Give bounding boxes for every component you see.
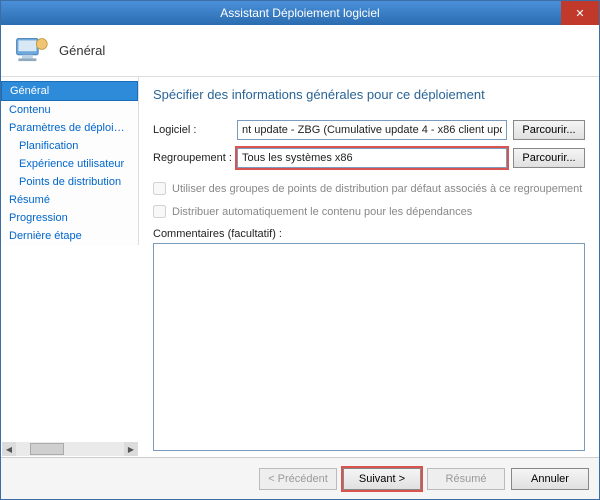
- sidebar-item-content[interactable]: Contenu: [1, 101, 138, 119]
- titlebar: Assistant Déploiement logiciel ✕: [1, 1, 599, 25]
- computer-icon: [13, 35, 49, 67]
- scroll-right-icon[interactable]: ▶: [124, 442, 138, 456]
- collection-browse-button[interactable]: Parcourir...: [513, 148, 585, 168]
- comments-label: Commentaires (facultatif) :: [153, 228, 585, 240]
- scroll-left-icon[interactable]: ◀: [2, 442, 16, 456]
- sidebar: Général Contenu Paramètres de déploiemen…: [1, 77, 139, 457]
- sidebar-item-summary[interactable]: Résumé: [1, 191, 138, 209]
- previous-button: < Précédent: [259, 468, 337, 490]
- sidebar-item-distribution-points[interactable]: Points de distribution: [1, 173, 138, 191]
- checkbox-default-groups: [153, 182, 166, 195]
- close-button[interactable]: ✕: [561, 1, 599, 25]
- scroll-track[interactable]: [16, 442, 124, 456]
- checkbox-auto-distribute-label: Distribuer automatiquement le contenu po…: [172, 206, 472, 218]
- window-title: Assistant Déploiement logiciel: [220, 6, 379, 20]
- body: Général Contenu Paramètres de déploiemen…: [1, 77, 599, 457]
- checkbox-default-groups-label: Utiliser des groupes de points de distri…: [172, 183, 582, 195]
- sidebar-item-progress[interactable]: Progression: [1, 209, 138, 227]
- sidebar-item-general[interactable]: Général: [1, 81, 138, 101]
- checkbox-default-groups-row: Utiliser des groupes de points de distri…: [153, 182, 585, 195]
- summary-button: Résumé: [427, 468, 505, 490]
- software-browse-button[interactable]: Parcourir...: [513, 120, 585, 140]
- collection-label: Regroupement :: [153, 152, 237, 164]
- footer: < Précédent Suivant > Résumé Annuler: [1, 457, 599, 499]
- close-icon: ✕: [575, 7, 584, 20]
- sidebar-item-deployment-params[interactable]: Paramètres de déploiement: [1, 119, 138, 137]
- collection-row: Regroupement : Parcourir...: [153, 148, 585, 168]
- collection-input[interactable]: [237, 148, 507, 168]
- page-heading: Spécifier des informations générales pou…: [153, 87, 585, 102]
- main-panel: Spécifier des informations générales pou…: [139, 77, 599, 457]
- sidebar-item-user-experience[interactable]: Expérience utilisateur: [1, 155, 138, 173]
- sidebar-item-last-step[interactable]: Dernière étape: [1, 227, 138, 245]
- header-title: Général: [59, 43, 105, 58]
- scroll-thumb[interactable]: [30, 443, 64, 455]
- next-button[interactable]: Suivant >: [343, 468, 421, 490]
- wizard-window: Assistant Déploiement logiciel ✕ Général…: [0, 0, 600, 500]
- sidebar-item-planning[interactable]: Planification: [1, 137, 138, 155]
- sidebar-scrollbar[interactable]: ◀ ▶: [2, 442, 138, 456]
- checkbox-auto-distribute: [153, 205, 166, 218]
- checkbox-auto-distribute-row: Distribuer automatiquement le contenu po…: [153, 205, 585, 218]
- comments-textarea[interactable]: [153, 243, 585, 451]
- software-input[interactable]: [237, 120, 507, 140]
- cancel-button[interactable]: Annuler: [511, 468, 589, 490]
- software-row: Logiciel : Parcourir...: [153, 120, 585, 140]
- software-label: Logiciel :: [153, 124, 237, 136]
- header: Général: [1, 25, 599, 77]
